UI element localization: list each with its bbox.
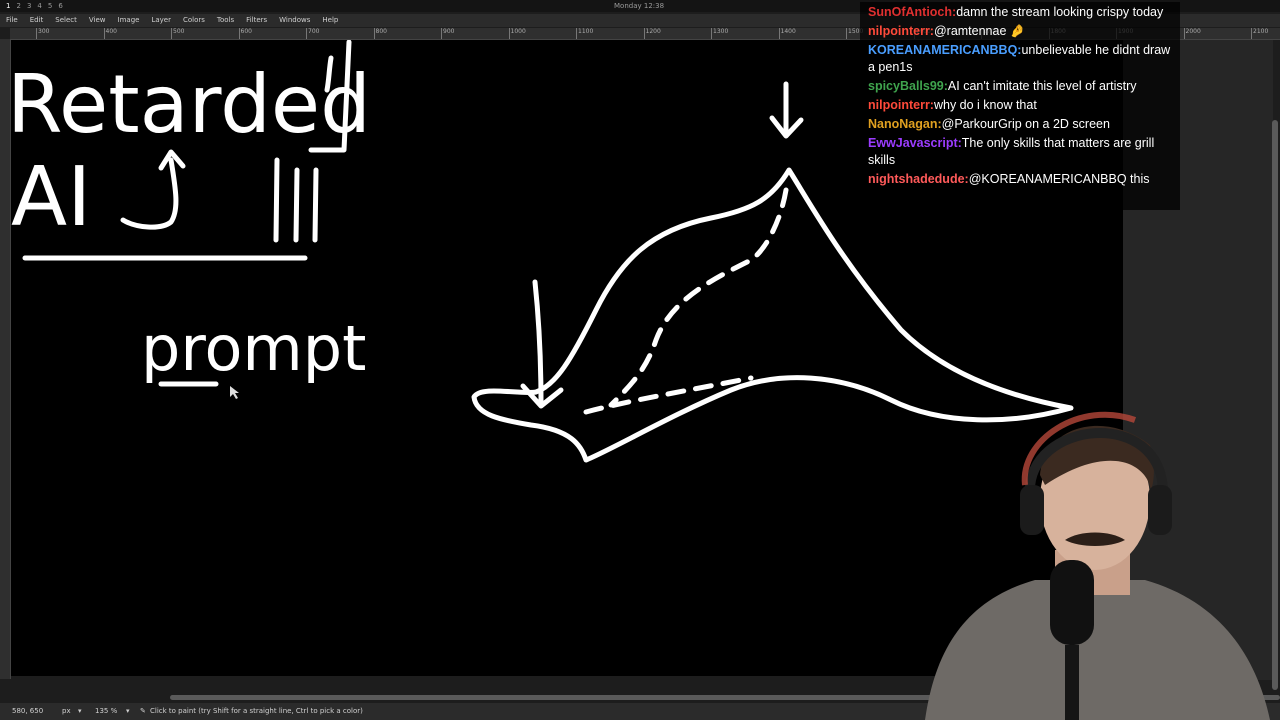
workspace-3[interactable]: 3 — [27, 0, 31, 12]
ruler-tick-label: 400 — [103, 28, 117, 39]
ruler-tick-label: 300 — [35, 28, 50, 39]
chat-message: nilpointerr:why do i know that — [868, 97, 1172, 114]
unit-selector[interactable]: px — [62, 703, 71, 720]
menu-tools[interactable]: Tools — [217, 14, 234, 27]
chat-text: @ramtennae 🤌 — [933, 24, 1026, 38]
ruler-tick-label: 1000 — [508, 28, 526, 39]
menu-edit[interactable]: Edit — [30, 14, 44, 27]
chat-message: nightshadedude:@KOREANAMERICANBBQ this — [868, 171, 1172, 188]
ruler-tick-label: 1100 — [575, 28, 594, 39]
workspace-1[interactable]: 1 — [6, 0, 10, 12]
ruler-tick-label: 1200 — [643, 28, 661, 39]
chat-username: KOREANAMERICANBBQ: — [868, 43, 1022, 57]
chat-text: why do i know that — [933, 98, 1037, 112]
webcam-feed — [905, 400, 1280, 720]
chat-username: nightshadedude: — [868, 172, 969, 186]
clock: Monday 12:38 — [614, 2, 665, 10]
canvas-word-prompt: prompt — [141, 312, 366, 385]
menu-windows[interactable]: Windows — [279, 14, 310, 27]
chat-username: nilpointerr: — [868, 98, 934, 112]
workspace-2[interactable]: 2 — [16, 0, 20, 12]
ruler-tick-label: 2100 — [1250, 28, 1269, 39]
ruler-tick-label: 2000 — [1183, 28, 1201, 39]
chat-message: SunOfAntioch:damn the stream looking cri… — [868, 4, 1172, 21]
pointer-coordinates: 580, 650 — [12, 707, 44, 715]
menu-file[interactable]: File — [6, 14, 18, 27]
workspace-5[interactable]: 5 — [48, 0, 52, 12]
canvas-word-retarded: Retarded — [11, 58, 371, 151]
chat-text: damn the stream looking crispy today — [956, 5, 1164, 19]
ruler-tick-label: 1300 — [710, 28, 729, 39]
menu-image[interactable]: Image — [118, 14, 140, 27]
chat-message: KOREANAMERICANBBQ:unbelievable he didnt … — [868, 42, 1172, 76]
workspace-6[interactable]: 6 — [58, 0, 62, 12]
ruler-tick-label: 700 — [305, 28, 320, 39]
chat-username: SunOfAntioch: — [868, 5, 957, 19]
ruler-tick-label: 1400 — [778, 28, 796, 39]
ruler-tick-label: 500 — [170, 28, 185, 39]
ruler-tick-label: 800 — [373, 28, 387, 39]
menu-layer[interactable]: Layer — [151, 14, 171, 27]
chat-message: nilpointerr:@ramtennae 🤌 — [868, 23, 1172, 40]
chat-username: nilpointerr: — [868, 24, 934, 38]
chat-text: @ParkourGrip on a 2D screen — [941, 117, 1110, 131]
menu-help[interactable]: Help — [322, 14, 338, 27]
workspace-4[interactable]: 4 — [37, 0, 41, 12]
chat-text: AI can't imitate this level of artistry — [947, 79, 1137, 93]
ruler-tick-label: 900 — [440, 28, 455, 39]
chat-message: EwwJavascript:The only skills that matte… — [868, 135, 1172, 169]
chevron-down-icon[interactable]: ▾ — [126, 703, 130, 720]
menu-filters[interactable]: Filters — [246, 14, 267, 27]
menu-view[interactable]: View — [89, 14, 106, 27]
stream-chat-overlay: SunOfAntioch:damn the stream looking cri… — [860, 2, 1180, 210]
ruler-tick-label: 600 — [238, 28, 252, 39]
paintbrush-icon: ✎ — [140, 707, 146, 715]
chevron-down-icon[interactable]: ▾ — [78, 703, 82, 720]
mouse-cursor-icon — [230, 386, 239, 399]
chat-message: NanoNagan:@ParkourGrip on a 2D screen — [868, 116, 1172, 133]
chat-message: spicyBalls99:AI can't imitate this level… — [868, 78, 1172, 95]
canvas-word-ai: AI — [11, 150, 91, 245]
chat-username: EwwJavascript: — [868, 136, 962, 150]
vertical-ruler[interactable] — [0, 39, 11, 679]
menu-colors[interactable]: Colors — [183, 14, 205, 27]
chat-username: NanoNagan: — [868, 117, 942, 131]
menu-select[interactable]: Select — [55, 14, 77, 27]
workspace-switcher[interactable]: 123456 — [6, 0, 63, 12]
chat-text: @KOREANAMERICANBBQ this — [968, 172, 1150, 186]
status-hint: Click to paint (try Shift for a straight… — [150, 707, 363, 715]
zoom-selector[interactable]: 135 % — [95, 703, 117, 720]
chat-username: spicyBalls99: — [868, 79, 948, 93]
